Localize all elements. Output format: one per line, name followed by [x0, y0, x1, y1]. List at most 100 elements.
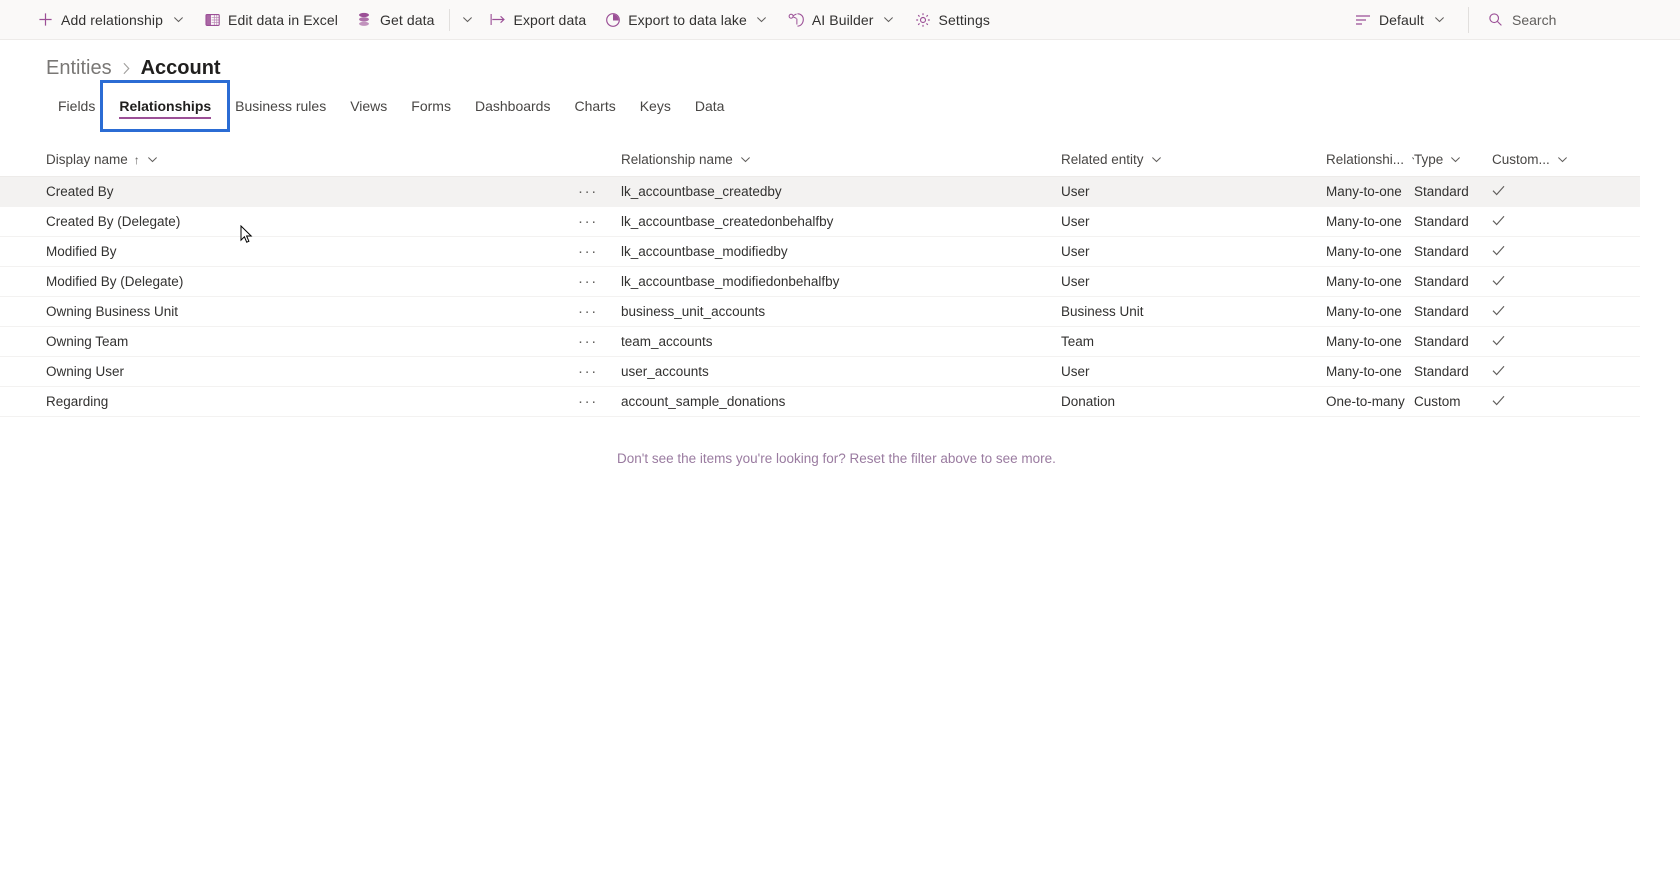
- column-header-label: Relationshi...: [1326, 152, 1405, 167]
- tab-label: Views: [350, 98, 388, 114]
- table-row[interactable]: Owning Business Unit ··· business_unit_acc…: [0, 297, 1640, 327]
- row-overflow-menu-button[interactable]: ···: [576, 337, 621, 347]
- row-overflow-menu-button[interactable]: ···: [576, 367, 621, 377]
- column-header-label: Related entity: [1061, 152, 1144, 167]
- column-header-display-name[interactable]: Display name ↑: [46, 143, 576, 177]
- tab-label: Keys: [639, 98, 671, 114]
- chevron-down-icon[interactable]: [754, 12, 770, 28]
- table-row[interactable]: Modified By ··· lk_accountbase_modifiedby U…: [0, 237, 1640, 267]
- get-data-button[interactable]: Get data: [347, 3, 444, 37]
- breadcrumb-item-entities[interactable]: Entities: [46, 57, 112, 80]
- cell-customizable: [1492, 394, 1602, 409]
- export-data-button[interactable]: Export data: [481, 3, 596, 37]
- search-input[interactable]: [1512, 11, 1652, 28]
- cell-display-name[interactable]: Created By: [46, 184, 576, 199]
- cell-display-name[interactable]: Created By (Delegate): [46, 214, 576, 229]
- chevron-down-icon[interactable]: [1151, 154, 1162, 165]
- export-to-data-lake-button[interactable]: Export to data lake: [595, 3, 779, 37]
- plus-icon: [37, 11, 54, 28]
- cell-customizable: [1492, 244, 1602, 259]
- column-header-related-entity[interactable]: Related entity: [1061, 143, 1326, 177]
- checkmark-icon: [1492, 185, 1505, 196]
- cell-relationship-type: Many-to-one: [1326, 274, 1402, 289]
- chevron-down-icon[interactable]: [1450, 154, 1461, 165]
- reset-filter-link[interactable]: Don't see the items you're looking for? …: [617, 451, 1056, 466]
- export-data-label: Export data: [513, 11, 587, 28]
- grid-body: Created By ··· lk_accountbase_createdby Use…: [0, 177, 1640, 417]
- add-relationship-button[interactable]: Add relationship: [28, 3, 195, 37]
- grid-footer-message: Don't see the items you're looking for? …: [0, 451, 1640, 466]
- cell-relationship-type: Many-to-one: [1326, 184, 1402, 199]
- cell-type: Standard: [1414, 274, 1469, 289]
- cell-customizable: [1492, 334, 1602, 349]
- tab-forms[interactable]: Forms: [399, 87, 463, 125]
- cell-display-name[interactable]: Owning Business Unit: [46, 304, 576, 319]
- excel-icon: [204, 11, 221, 28]
- edit-data-in-excel-button[interactable]: Edit data in Excel: [195, 3, 347, 37]
- tab-charts[interactable]: Charts: [562, 87, 627, 125]
- chevron-down-icon[interactable]: [170, 12, 186, 28]
- row-overflow-menu-button[interactable]: ···: [576, 307, 621, 317]
- cell-type: Standard: [1414, 184, 1469, 199]
- cell-related-entity: User: [1061, 274, 1090, 289]
- column-header-customizable[interactable]: Custom...: [1492, 143, 1602, 177]
- chevron-down-icon[interactable]: [147, 154, 158, 165]
- row-overflow-menu-button[interactable]: ···: [576, 397, 621, 407]
- cell-display-name[interactable]: Modified By (Delegate): [46, 274, 576, 289]
- cell-related-entity: User: [1061, 214, 1090, 229]
- filter-lines-icon: [1355, 11, 1372, 28]
- table-row[interactable]: Owning User ··· user_accounts User Many-to-o…: [0, 357, 1640, 387]
- tab-views[interactable]: Views: [338, 87, 399, 125]
- tab-data[interactable]: Data: [683, 87, 737, 125]
- command-bar: Add relationship Edit data in Excel Get …: [0, 0, 1680, 40]
- column-header-relationship-type[interactable]: Relationshi...: [1326, 143, 1414, 177]
- row-overflow-menu-button[interactable]: ···: [576, 277, 621, 287]
- export-icon: [490, 11, 507, 28]
- search-box[interactable]: [1479, 3, 1660, 37]
- command-bar-right-group: Default: [1346, 3, 1672, 37]
- cell-relationship-type: Many-to-one: [1326, 364, 1402, 379]
- cell-relationship-type: Many-to-one: [1326, 304, 1402, 319]
- cell-customizable: [1492, 214, 1602, 229]
- cell-type: Standard: [1414, 334, 1469, 349]
- tab-business-rules[interactable]: Business rules: [223, 87, 338, 125]
- tab-relationships[interactable]: Relationships: [100, 80, 231, 132]
- cell-display-name[interactable]: Owning User: [46, 364, 576, 379]
- entity-tabs: Fields Relationships Business rules View…: [0, 80, 1680, 132]
- cell-related-entity: Business Unit: [1061, 304, 1144, 319]
- chevron-down-icon[interactable]: [881, 12, 897, 28]
- command-bar-left-group: Add relationship Edit data in Excel Get …: [28, 3, 999, 37]
- grid-header-row: Display name ↑ Relationship name Related…: [0, 143, 1640, 177]
- row-overflow-menu-button[interactable]: ···: [576, 217, 621, 227]
- column-header-relationship-name[interactable]: Relationship name: [621, 143, 1061, 177]
- cell-relationship-name: lk_accountbase_createdonbehalfby: [621, 214, 834, 229]
- table-row[interactable]: Owning Team ··· team_accounts Team Many-to-o…: [0, 327, 1640, 357]
- chevron-down-icon[interactable]: [1431, 12, 1447, 28]
- view-selector-button[interactable]: Default: [1346, 3, 1456, 37]
- settings-button[interactable]: Settings: [906, 3, 999, 37]
- tab-label: Business rules: [235, 98, 327, 114]
- database-icon: [356, 11, 373, 28]
- tab-label: Dashboards: [474, 98, 551, 114]
- table-row[interactable]: Created By (Delegate) ··· lk_accountbase_c…: [0, 207, 1640, 237]
- tab-keys[interactable]: Keys: [628, 87, 683, 125]
- chevron-down-icon[interactable]: [1557, 154, 1568, 165]
- ai-builder-button[interactable]: AI Builder: [779, 3, 906, 37]
- cell-display-name[interactable]: Owning Team: [46, 334, 576, 349]
- row-overflow-menu-button[interactable]: ···: [576, 247, 621, 257]
- cell-display-name[interactable]: Regarding: [46, 394, 576, 409]
- cell-customizable: [1492, 184, 1602, 199]
- table-row[interactable]: Created By ··· lk_accountbase_createdby Use…: [0, 177, 1640, 207]
- tab-dashboards[interactable]: Dashboards: [463, 87, 563, 125]
- cell-display-name[interactable]: Modified By: [46, 244, 576, 259]
- column-header-type[interactable]: Type: [1414, 143, 1492, 177]
- column-header-label: Custom...: [1492, 152, 1550, 167]
- tab-fields[interactable]: Fields: [46, 87, 107, 125]
- row-overflow-menu-button[interactable]: ···: [576, 187, 621, 197]
- cell-customizable: [1492, 304, 1602, 319]
- chevron-down-icon[interactable]: [740, 154, 751, 165]
- cell-type: Standard: [1414, 244, 1469, 259]
- get-data-overflow-chevron[interactable]: [455, 3, 481, 37]
- table-row[interactable]: Regarding ··· account_sample_donations Dona…: [0, 387, 1640, 417]
- table-row[interactable]: Modified By (Delegate) ··· lk_accountbase_…: [0, 267, 1640, 297]
